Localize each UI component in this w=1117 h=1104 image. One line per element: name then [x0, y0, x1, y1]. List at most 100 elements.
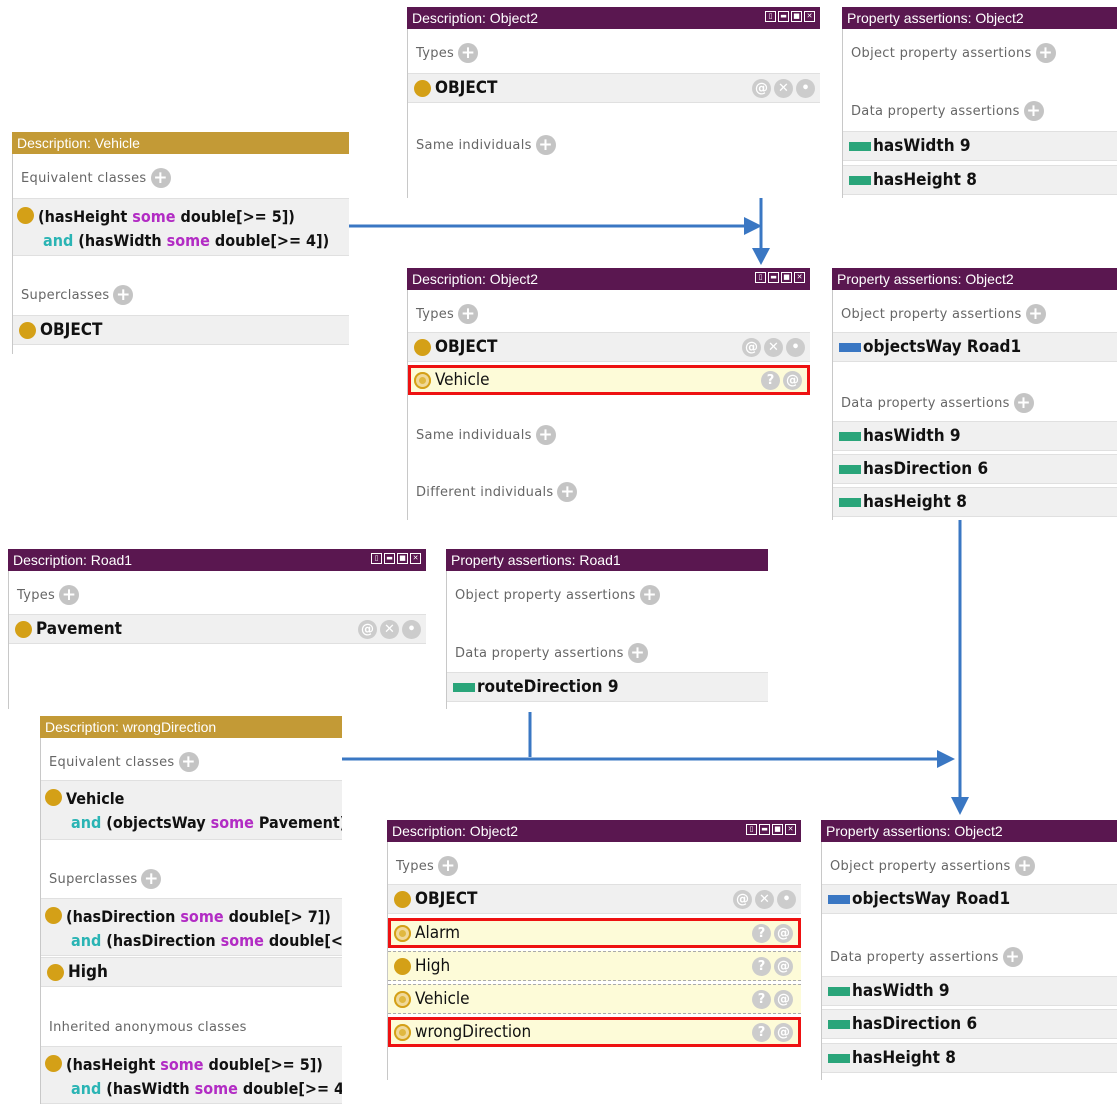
- object-property-row[interactable]: objectsWay Road1: [822, 884, 1117, 914]
- equivalent-classes-section: Equivalent classes +: [21, 168, 171, 188]
- add-object-property-icon[interactable]: +: [1025, 304, 1046, 324]
- explain-icon[interactable]: ?: [752, 924, 771, 943]
- object-property-row[interactable]: objectsWay Road1: [833, 332, 1117, 362]
- add-type-icon[interactable]: +: [458, 43, 479, 63]
- explain-icon[interactable]: ?: [752, 1023, 771, 1042]
- add-type-icon[interactable]: +: [438, 856, 459, 876]
- data-property-icon: [839, 431, 861, 441]
- add-object-property-icon[interactable]: +: [1014, 856, 1035, 876]
- data-property-row[interactable]: hasDirection 6: [822, 1009, 1117, 1039]
- annotate-icon[interactable]: @: [774, 924, 793, 943]
- maximize-icon[interactable]: ■: [397, 553, 408, 564]
- arrowhead-right: [937, 750, 955, 768]
- maximize-icon[interactable]: ■: [781, 272, 792, 283]
- add-type-icon[interactable]: +: [458, 304, 479, 324]
- superclass-row[interactable]: OBJECT: [13, 315, 349, 345]
- superclasses-section: Superclasses +: [21, 285, 134, 305]
- add-same-icon[interactable]: +: [535, 135, 556, 155]
- explain-icon[interactable]: ?: [752, 957, 771, 976]
- add-object-property-icon[interactable]: +: [639, 585, 660, 605]
- add-data-property-icon[interactable]: +: [1002, 947, 1023, 967]
- type-row[interactable]: OBJECT @ ✕ •: [388, 884, 801, 914]
- add-equivalent-icon[interactable]: +: [178, 752, 199, 772]
- minimize-icon[interactable]: ▬: [759, 824, 770, 835]
- add-same-icon[interactable]: +: [535, 425, 556, 445]
- annotate-icon[interactable]: @: [774, 1023, 793, 1042]
- inherited-class-expression[interactable]: (hasHeight some double[>= 5]) and (hasWi…: [41, 1046, 342, 1104]
- data-property-row[interactable]: hasHeight 8: [833, 487, 1117, 517]
- explain-icon[interactable]: ?: [761, 371, 780, 390]
- top-property-title: Property assertions: Object2: [842, 7, 1117, 29]
- add-data-property-icon[interactable]: +: [627, 643, 648, 663]
- inferred-type-row[interactable]: Vehicle ? @: [388, 984, 801, 1014]
- class-icon: [394, 890, 411, 908]
- road-description-title: Description: Road1: [8, 549, 426, 571]
- delete-icon[interactable]: ✕: [764, 338, 783, 357]
- add-equivalent-icon[interactable]: +: [150, 168, 171, 188]
- maximize-icon[interactable]: ■: [791, 11, 802, 22]
- type-row[interactable]: OBJECT @ ✕ •: [408, 332, 810, 362]
- data-property-row[interactable]: hasWidth 9: [843, 131, 1117, 161]
- delete-icon[interactable]: ✕: [755, 890, 774, 909]
- superclass-expression[interactable]: (hasDirection some double[> 7]) and (has…: [41, 898, 342, 956]
- add-data-property-icon[interactable]: +: [1023, 101, 1044, 121]
- data-property-row[interactable]: hasHeight 8: [822, 1043, 1117, 1073]
- delete-icon[interactable]: ✕: [774, 79, 793, 98]
- add-type-icon[interactable]: +: [59, 585, 80, 605]
- inferred-type-row[interactable]: Vehicle ? @: [408, 365, 810, 395]
- equivalent-classes-section: Equivalent classes +: [49, 752, 199, 772]
- add-superclass-icon[interactable]: +: [113, 285, 134, 305]
- data-property-section: Data property assertions +: [851, 101, 1044, 121]
- restore-icon[interactable]: ▯: [371, 553, 382, 564]
- object-property-icon: [828, 894, 850, 904]
- restore-icon[interactable]: ▯: [755, 272, 766, 283]
- inferred-type-row[interactable]: wrongDirection ? @: [388, 1017, 801, 1047]
- close-icon[interactable]: ✕: [785, 824, 796, 835]
- annotate-icon[interactable]: @: [752, 79, 771, 98]
- close-icon[interactable]: ✕: [410, 553, 421, 564]
- add-different-icon[interactable]: +: [557, 482, 578, 502]
- inferred-class-icon: [394, 924, 411, 942]
- data-property-row[interactable]: hasWidth 9: [833, 421, 1117, 451]
- explain-icon[interactable]: ?: [752, 990, 771, 1009]
- superclass-row[interactable]: High: [41, 957, 342, 987]
- equivalent-class-expression[interactable]: (hasHeight some double[>= 5]) and (hasWi…: [13, 198, 349, 256]
- top-description-title: Description: Object2: [407, 7, 820, 29]
- delete-icon[interactable]: ✕: [380, 620, 399, 639]
- annotate-icon[interactable]: @: [783, 371, 802, 390]
- add-object-property-icon[interactable]: +: [1035, 43, 1056, 63]
- close-icon[interactable]: ✕: [804, 11, 815, 22]
- inferred-type-row[interactable]: High ? @: [388, 951, 801, 981]
- annotate-icon[interactable]: @: [733, 890, 752, 909]
- add-data-property-icon[interactable]: +: [1013, 393, 1034, 413]
- close-icon[interactable]: ✕: [794, 272, 805, 283]
- inferred-type-row[interactable]: Alarm ? @: [388, 918, 801, 948]
- edit-icon[interactable]: •: [402, 620, 421, 639]
- annotate-icon[interactable]: @: [774, 990, 793, 1009]
- restore-icon[interactable]: ▯: [746, 824, 757, 835]
- minimize-icon[interactable]: ▬: [768, 272, 779, 283]
- mid-description-panel: Description: Object2 ▯ ▬ ■ ✕ Types + OBJECT …: [407, 268, 810, 520]
- edit-icon[interactable]: •: [786, 338, 805, 357]
- type-row[interactable]: Pavement @ ✕ •: [9, 614, 426, 644]
- superclasses-section: Superclasses +: [49, 869, 162, 889]
- edit-icon[interactable]: •: [777, 890, 796, 909]
- minimize-icon[interactable]: ▬: [384, 553, 395, 564]
- annotate-icon[interactable]: @: [742, 338, 761, 357]
- data-property-icon: [828, 1053, 850, 1063]
- restore-icon[interactable]: ▯: [765, 11, 776, 22]
- data-property-row[interactable]: hasHeight 8: [843, 165, 1117, 195]
- data-property-row[interactable]: hasDirection 6: [833, 454, 1117, 484]
- data-property-row[interactable]: hasWidth 9: [822, 976, 1117, 1006]
- annotate-icon[interactable]: @: [774, 957, 793, 976]
- annotate-icon[interactable]: @: [358, 620, 377, 639]
- data-property-row[interactable]: routeDirection 9: [447, 672, 768, 702]
- equivalent-class-expression[interactable]: Vehicle and (objectsWay some Pavement): [41, 780, 342, 840]
- maximize-icon[interactable]: ■: [772, 824, 783, 835]
- minimize-icon[interactable]: ▬: [778, 11, 789, 22]
- road-description-panel: Description: Road1 ▯ ▬ ■ ✕ Types + Pavement …: [8, 549, 426, 709]
- type-row[interactable]: OBJECT @ ✕ •: [408, 73, 820, 103]
- bottom-property-panel: Property assertions: Object2 Object prop…: [821, 820, 1117, 1080]
- edit-icon[interactable]: •: [796, 79, 815, 98]
- add-superclass-icon[interactable]: +: [141, 869, 162, 889]
